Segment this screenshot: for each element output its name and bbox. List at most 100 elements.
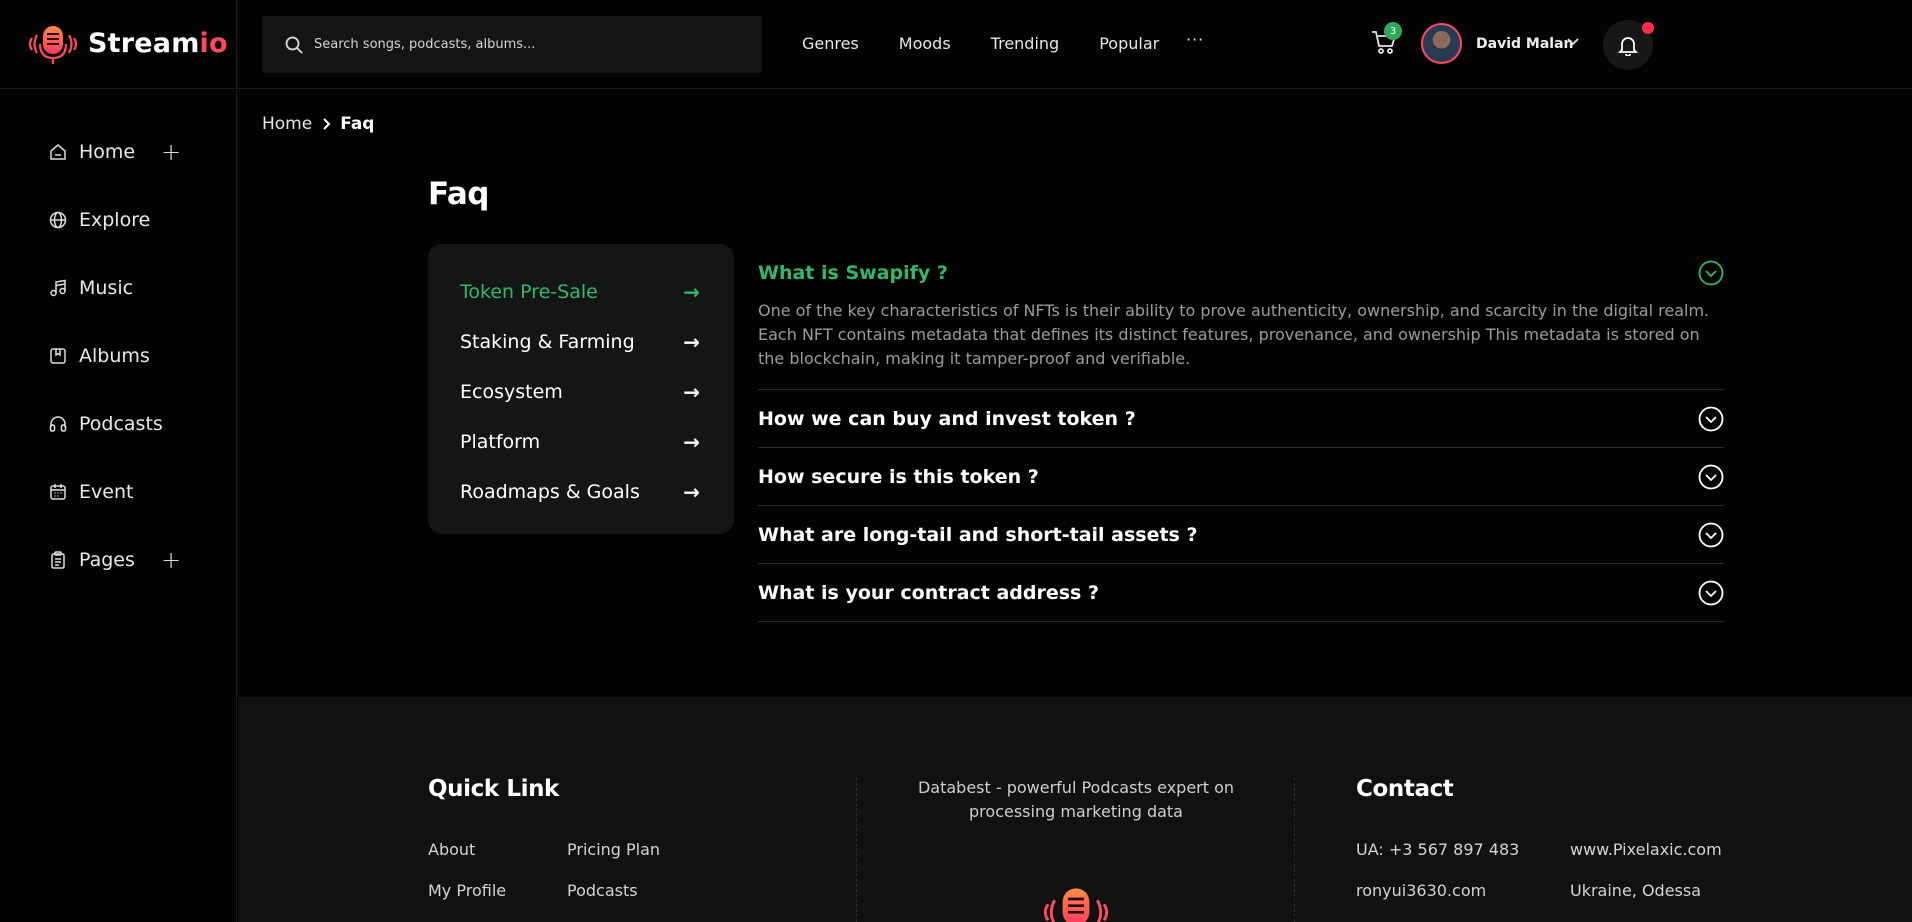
category-ecosystem[interactable]: Ecosystem → (428, 367, 734, 417)
chevron-down-icon[interactable] (1566, 34, 1580, 48)
faq-item: How secure is this token ? (758, 448, 1724, 506)
more-menu-button[interactable]: ··· (1186, 30, 1204, 49)
faq-question-toggle[interactable]: What is Swapify ? (758, 244, 1724, 286)
footer-contact-title: Contact (1356, 776, 1454, 802)
sidebar-item-label: Event (79, 481, 134, 503)
breadcrumb: Home Faq (262, 114, 374, 134)
category-label: Staking & Farming (460, 331, 635, 353)
sidebar: Streamio Home + Explore Music Albums Pod… (0, 0, 237, 922)
footer-divider (1294, 778, 1295, 922)
arrow-right-icon: → (683, 430, 700, 454)
nav-genres-link[interactable]: Genres (802, 34, 859, 53)
footer-logo (1040, 880, 1112, 922)
music-note-icon (48, 278, 68, 298)
footer-link-podcasts[interactable]: Podcasts (567, 881, 638, 900)
category-staking-farming[interactable]: Staking & Farming → (428, 317, 734, 367)
brand-logo[interactable]: Streamio (26, 20, 228, 66)
sidebar-item-label: Home (79, 141, 136, 163)
faq-item: What is your contract address ? (758, 564, 1724, 622)
arrow-right-icon: → (683, 330, 700, 354)
footer-email[interactable]: ronyui3630.com (1356, 881, 1486, 900)
album-icon (48, 346, 68, 366)
sidebar-item-podcasts[interactable]: Podcasts (48, 390, 218, 458)
arrow-right-icon: → (683, 480, 700, 504)
footer-phone[interactable]: UA: +3 567 897 483 (1356, 840, 1519, 859)
nav-popular-link[interactable]: Popular (1099, 34, 1159, 53)
faq-question: What is Swapify ? (758, 262, 948, 284)
faq-question-toggle[interactable]: What are long-tail and short-tail assets… (758, 506, 1724, 564)
notification-dot (1642, 22, 1654, 34)
sidebar-item-music[interactable]: Music (48, 254, 218, 322)
brand-name: Streamio (88, 28, 228, 59)
sidebar-item-event[interactable]: Event (48, 458, 218, 526)
user-name[interactable]: David Malan (1476, 36, 1573, 52)
bell-icon (1617, 37, 1639, 56)
arrow-right-icon: → (683, 380, 700, 404)
faq-question: How we can buy and invest token ? (758, 408, 1136, 430)
footer-description: Databest - powerful Podcasts expert on p… (917, 778, 1235, 821)
faq-question-toggle[interactable]: How we can buy and invest token ? (758, 390, 1724, 448)
globe-icon (48, 210, 68, 230)
sidebar-divider (0, 88, 237, 89)
sidebar-item-home[interactable]: Home + (48, 118, 218, 186)
footer-website[interactable]: www.Pixelaxic.com (1570, 840, 1722, 859)
category-token-pre-sale[interactable]: Token Pre-Sale → (428, 267, 734, 317)
home-icon (48, 142, 68, 162)
category-label: Ecosystem (460, 381, 563, 403)
page-title: Faq (428, 176, 489, 212)
top-bar: Genres Moods Trending Popular ··· (238, 0, 1912, 89)
category-roadmaps-goals[interactable]: Roadmaps & Goals → (428, 467, 734, 517)
nav-trending-link[interactable]: Trending (991, 34, 1060, 53)
chevron-circle-icon (1698, 260, 1724, 286)
faq-question-toggle[interactable]: What is your contract address ? (758, 564, 1724, 622)
cart-count-badge: 3 (1384, 22, 1402, 40)
footer-link-pricing-plan[interactable]: Pricing Plan (567, 840, 660, 859)
faq-question: How secure is this token ? (758, 466, 1039, 488)
chevron-circle-icon (1698, 406, 1724, 432)
faq-item: How we can buy and invest token ? (758, 390, 1724, 448)
headphones-icon (48, 414, 68, 434)
footer-address: Ukraine, Odessa (1570, 881, 1702, 900)
sidebar-item-pages[interactable]: Pages + (48, 526, 218, 594)
footer-quick-link-title: Quick Link (428, 776, 559, 802)
search-icon (285, 36, 303, 54)
sidebar-item-albums[interactable]: Albums (48, 322, 218, 390)
faq-question: What is your contract address ? (758, 582, 1099, 604)
chevron-circle-icon (1698, 464, 1724, 490)
brand-name-part2: io (199, 27, 228, 59)
expand-pages-button[interactable]: + (161, 546, 181, 574)
breadcrumb-current: Faq (340, 114, 375, 134)
search-box[interactable] (262, 16, 762, 73)
arrow-right-icon: → (683, 280, 700, 304)
footer-link-about[interactable]: About (428, 840, 475, 859)
chevron-right-icon (323, 118, 331, 130)
microphone-logo-icon (1043, 888, 1109, 922)
search-input[interactable] (314, 37, 734, 52)
breadcrumb-home-link[interactable]: Home (262, 114, 312, 134)
sidebar-item-label: Podcasts (79, 413, 163, 435)
category-platform[interactable]: Platform → (428, 417, 734, 467)
category-label: Roadmaps & Goals (460, 481, 640, 503)
chevron-circle-icon (1698, 522, 1724, 548)
calendar-icon (48, 482, 68, 502)
faq-question-toggle[interactable]: How secure is this token ? (758, 448, 1724, 506)
nav-moods-link[interactable]: Moods (899, 34, 951, 53)
faq-question: What are long-tail and short-tail assets… (758, 524, 1198, 546)
sidebar-item-label: Explore (79, 209, 151, 231)
footer-link-my-profile[interactable]: My Profile (428, 881, 506, 900)
faq-answer: One of the key characteristics of NFTs i… (758, 301, 1710, 368)
top-nav: Genres Moods Trending Popular (802, 34, 1199, 53)
faq-item: What are long-tail and short-tail assets… (758, 506, 1724, 564)
avatar[interactable] (1421, 23, 1462, 64)
faq-accordion: What is Swapify ? One of the key charact… (758, 244, 1724, 622)
chevron-circle-icon (1698, 580, 1724, 606)
sidebar-nav: Home + Explore Music Albums Podcasts Eve… (48, 118, 218, 594)
expand-home-button[interactable]: + (161, 138, 181, 166)
sidebar-item-explore[interactable]: Explore (48, 186, 218, 254)
sidebar-item-label: Music (79, 277, 134, 299)
faq-category-list: Token Pre-Sale → Staking & Farming → Ecosy… (428, 244, 734, 534)
category-label: Token Pre-Sale (460, 281, 598, 303)
category-label: Platform (460, 431, 541, 453)
clipboard-icon (48, 550, 68, 570)
microphone-logo-icon (28, 26, 78, 64)
